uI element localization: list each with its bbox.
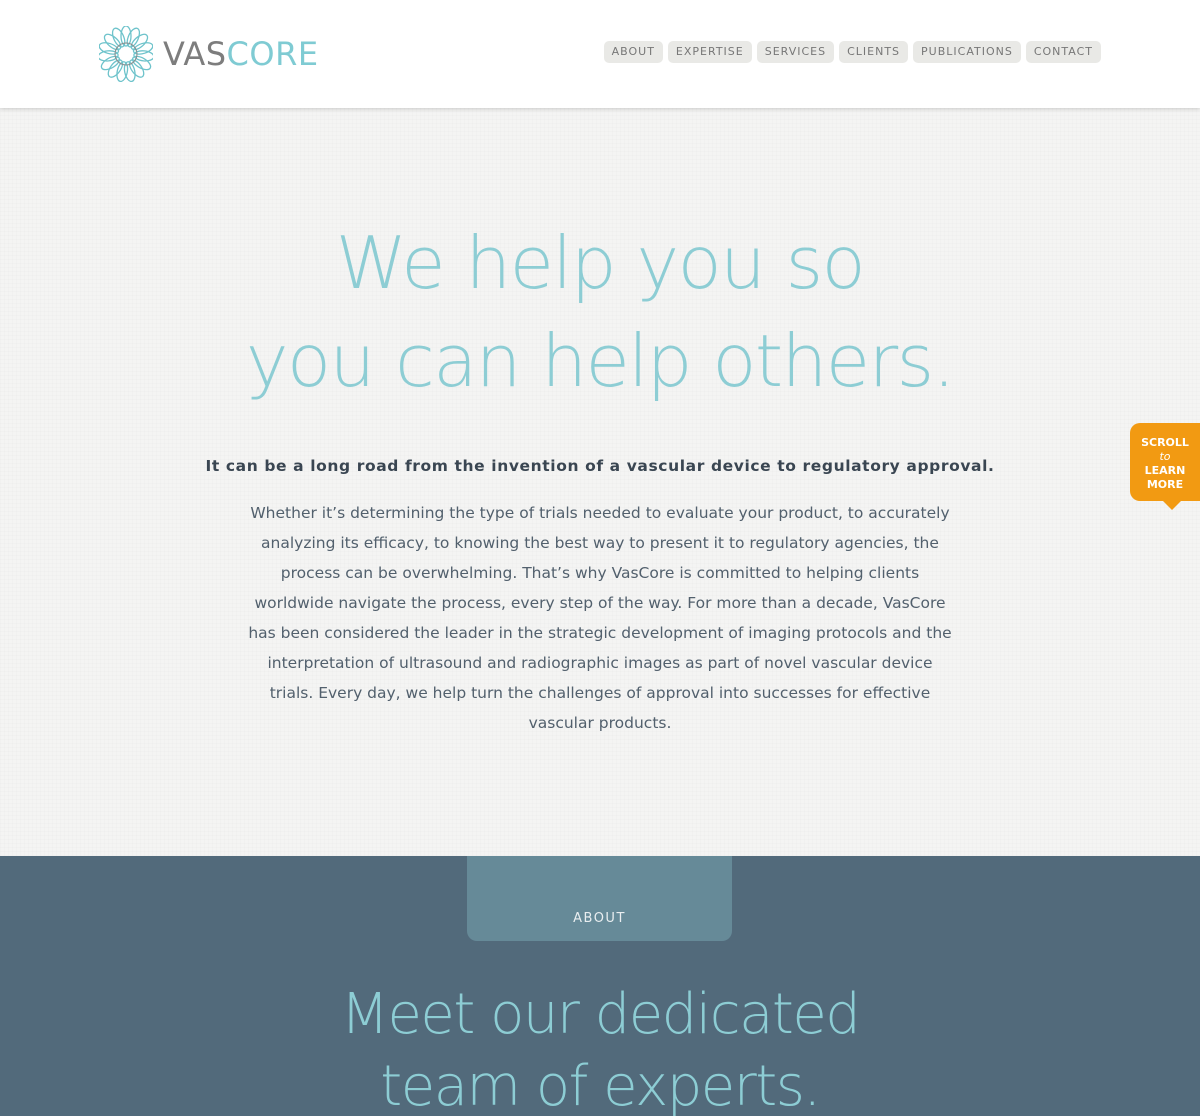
nav-contact[interactable]: CONTACT	[1025, 41, 1101, 63]
scroll-tab-line1: SCROLL	[1141, 436, 1189, 449]
about-title-line2: team of experts.	[380, 1054, 821, 1116]
logo-wordmark: VASCORE	[163, 38, 319, 70]
vascore-logo[interactable]: VASCORE	[99, 26, 319, 82]
nav-expertise[interactable]: EXPERTISE	[667, 41, 752, 63]
about-tab: ABOUT	[467, 856, 732, 941]
logo-flower-icon	[99, 26, 153, 82]
nav-services[interactable]: SERVICES	[756, 41, 835, 63]
about-tab-label: ABOUT	[573, 911, 626, 926]
hero-body-text: Whether it’s determining the type of tri…	[248, 504, 952, 732]
hero-headline-line1: We help you so	[335, 221, 866, 305]
nav-clients[interactable]: CLIENTS	[839, 41, 909, 63]
about-title-line1: Meet our dedicated	[340, 982, 861, 1047]
logo-text-core: CORE	[226, 35, 319, 73]
hero-headline: We help you so you can help others.	[0, 214, 1200, 410]
logo-text-vas: VAS	[163, 35, 227, 73]
scroll-tab-line2: to	[1159, 450, 1171, 463]
hero-lede: It can be a long road from the invention…	[205, 457, 995, 475]
scroll-tab-line3: LEARN	[1144, 464, 1186, 477]
main-nav: ABOUT EXPERTISE SERVICES CLIENTS PUBLICA…	[603, 41, 1101, 63]
about-title: Meet our dedicated team of experts.	[0, 979, 1200, 1116]
nav-publications[interactable]: PUBLICATIONS	[913, 41, 1021, 63]
hero-section: We help you so you can help others. It c…	[0, 108, 1200, 856]
site-header: VASCORE ABOUT EXPERTISE SERVICES CLIENTS…	[0, 0, 1200, 108]
scroll-to-learn-more-button[interactable]: SCROLL to LEARN MORE	[1130, 423, 1200, 510]
hero-headline-line2: you can help others.	[245, 319, 956, 403]
scroll-tab-line4: MORE	[1146, 478, 1184, 491]
about-section: ABOUT Meet our dedicated team of experts…	[0, 856, 1200, 1116]
nav-about[interactable]: ABOUT	[603, 41, 663, 63]
